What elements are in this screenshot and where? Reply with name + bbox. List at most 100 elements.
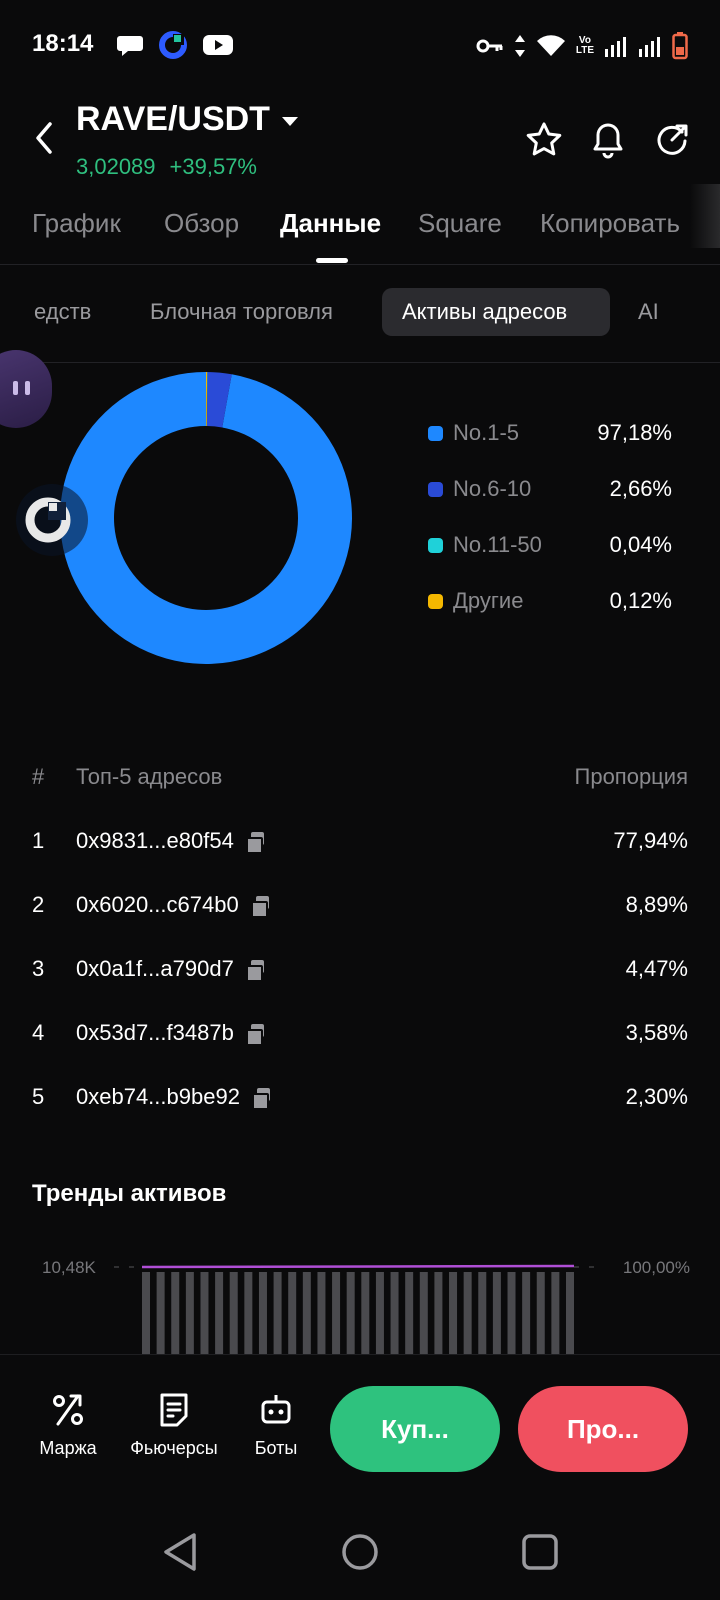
subtab-block-trading[interactable]: Блочная торговля xyxy=(150,299,333,325)
trend-bar xyxy=(185,1272,194,1360)
nav-back-icon[interactable] xyxy=(160,1530,200,1574)
subtab-funds[interactable]: едств xyxy=(34,299,91,325)
percent-icon xyxy=(53,1394,83,1426)
legend-item: No.6-10 2,66% xyxy=(428,474,672,504)
trend-bar xyxy=(302,1272,311,1360)
signal-icon-2 xyxy=(639,37,660,57)
trend-bar xyxy=(332,1272,341,1360)
futures-button[interactable]: Фьючерсы xyxy=(124,1392,224,1459)
pause-icon xyxy=(13,381,18,395)
legend-swatch xyxy=(428,481,443,497)
robot-icon xyxy=(261,1395,291,1424)
trend-bar xyxy=(390,1272,399,1360)
trend-line xyxy=(141,1264,575,1269)
chat-bubble-icon xyxy=(117,36,143,56)
share-icon[interactable] xyxy=(652,120,692,160)
subtab-ai[interactable]: AI xyxy=(638,299,659,325)
asset-trends-chart xyxy=(114,1264,600,1360)
table-row: 4 0x53d7...f3487b 3,58% xyxy=(32,1020,688,1046)
trend-bar xyxy=(229,1272,238,1360)
pair-title: RAVE/USDT xyxy=(76,100,270,138)
nav-home-icon[interactable] xyxy=(340,1530,380,1574)
floating-logo-button[interactable] xyxy=(16,484,88,556)
trend-bar xyxy=(200,1272,209,1360)
trend-bar xyxy=(492,1272,501,1360)
nav-recents-icon[interactable] xyxy=(520,1530,560,1574)
subtabs-fade xyxy=(0,288,36,336)
trend-bar xyxy=(171,1272,180,1360)
trend-bar xyxy=(288,1272,297,1360)
trend-bar xyxy=(434,1272,443,1360)
copy-icon[interactable] xyxy=(245,960,264,982)
star-favorite-icon[interactable] xyxy=(524,120,564,160)
buy-button[interactable]: Куп... xyxy=(330,1386,500,1472)
address-text: 0xeb74...b9be92 xyxy=(76,1084,240,1109)
key-icon xyxy=(476,39,503,53)
trend-bar xyxy=(244,1272,253,1360)
trend-bar xyxy=(156,1272,165,1360)
col-proportion-header: Пропорция xyxy=(574,764,688,789)
table-row: 3 0x0a1f...a790d7 4,47% xyxy=(32,956,688,982)
wifi-icon xyxy=(536,35,565,56)
active-tab-indicator xyxy=(316,258,348,263)
app-logo-icon xyxy=(25,497,71,543)
subtab-address-assets[interactable]: Активы адресов xyxy=(402,299,567,325)
table-row: 5 0xeb74...b9be92 2,30% xyxy=(32,1084,688,1110)
status-system-icons: Vo LTE xyxy=(476,32,688,60)
trend-bar xyxy=(536,1272,545,1360)
tab-overview[interactable]: Обзор xyxy=(164,208,239,239)
tab-copy[interactable]: Копировать xyxy=(540,208,680,239)
col-index-header: # xyxy=(32,764,45,789)
copy-icon[interactable] xyxy=(245,1024,264,1046)
trend-bar xyxy=(566,1272,574,1360)
copy-icon[interactable] xyxy=(250,896,269,918)
trend-bar xyxy=(346,1272,355,1360)
status-notification-icons xyxy=(116,30,234,60)
margin-button[interactable]: Маржа xyxy=(18,1392,118,1459)
tab-data[interactable]: Данные xyxy=(280,208,381,239)
legend-swatch xyxy=(428,537,443,553)
col-address-header: Топ-5 адресов xyxy=(76,764,223,789)
volte-indicator: Vo LTE xyxy=(575,35,594,56)
pair-selector[interactable]: RAVE/USDT xyxy=(76,100,298,139)
holders-donut-chart xyxy=(59,372,352,664)
trend-bar xyxy=(449,1272,458,1360)
trend-bar xyxy=(551,1272,560,1360)
trend-bar xyxy=(317,1272,326,1360)
sell-button[interactable]: Про... xyxy=(518,1386,688,1472)
address-text: 0x53d7...f3487b xyxy=(76,1020,234,1045)
main-tabs: График Обзор Данные Square Копировать xyxy=(0,200,720,264)
chevron-down-icon xyxy=(281,117,298,126)
back-arrow-icon[interactable] xyxy=(30,118,58,158)
tabs-scroll-fade xyxy=(690,184,720,248)
price-row: 3,02089 +39,57% xyxy=(76,154,257,180)
signal-icon-1 xyxy=(605,37,626,57)
trend-bar xyxy=(375,1272,384,1360)
trend-bar xyxy=(258,1272,267,1360)
trend-bar xyxy=(419,1272,428,1360)
trend-bar xyxy=(142,1272,150,1360)
battery-icon xyxy=(672,32,688,60)
trend-bar xyxy=(361,1272,370,1360)
table-row: 2 0x6020...c674b0 8,89% xyxy=(32,892,688,918)
legend-swatch xyxy=(428,425,443,441)
youtube-icon xyxy=(203,35,233,55)
data-transfer-icon xyxy=(514,35,525,57)
status-time: 18:14 xyxy=(32,30,94,57)
address-text: 0x0a1f...a790d7 xyxy=(76,956,234,981)
tabs-divider xyxy=(0,264,720,265)
legend-item: No.11-50 0,04% xyxy=(428,530,672,560)
address-text: 0x9831...e80f54 xyxy=(76,828,234,853)
price-change: +39,57% xyxy=(169,154,257,179)
tab-square[interactable]: Square xyxy=(418,208,502,239)
app-logo-icon xyxy=(159,31,187,59)
copy-icon[interactable] xyxy=(245,832,264,854)
asset-trends-title: Тренды активов xyxy=(32,1180,227,1207)
trend-bar xyxy=(522,1272,531,1360)
tab-chart[interactable]: График xyxy=(32,208,121,239)
bots-button[interactable]: Боты xyxy=(226,1392,326,1459)
bell-alert-icon[interactable] xyxy=(588,120,628,160)
copy-icon[interactable] xyxy=(251,1088,270,1110)
trend-bar xyxy=(463,1272,472,1360)
address-text: 0x6020...c674b0 xyxy=(76,892,239,917)
